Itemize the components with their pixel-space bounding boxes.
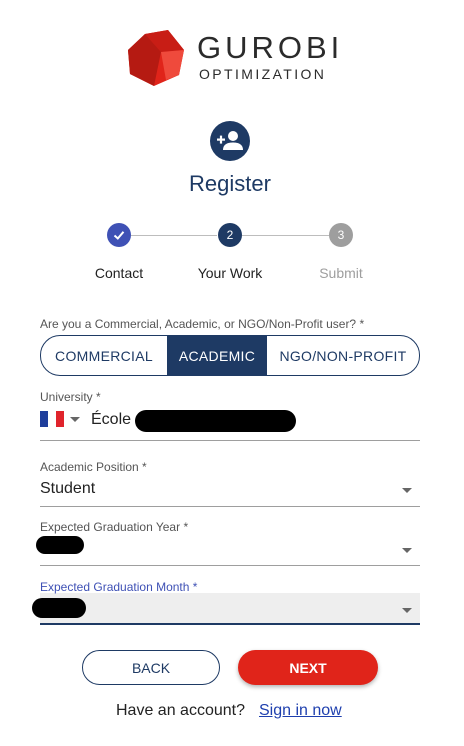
grad-month-underline (40, 623, 420, 625)
step-label-your-work: Your Work (197, 265, 263, 281)
gurobi-logo-icon (128, 30, 184, 86)
step-submit-pending: 3 (329, 223, 353, 247)
stepper-connector (242, 235, 329, 236)
france-flag-icon[interactable] (40, 411, 64, 427)
sign-in-link[interactable]: Sign in now (259, 701, 342, 721)
university-input[interactable]: École (91, 410, 131, 430)
step-number: 2 (226, 228, 234, 242)
grad-month-label: Expected Graduation Month * (40, 580, 198, 594)
academic-option[interactable]: ACADEMIC (167, 336, 266, 375)
grad-month-field-bg (40, 593, 420, 624)
grad-year-underline (40, 565, 420, 566)
user-type-question: Are you a Commercial, Academic, or NGO/N… (40, 317, 365, 331)
back-button[interactable]: BACK (82, 650, 220, 685)
chevron-down-icon[interactable] (402, 608, 412, 613)
page-title: Register (189, 171, 271, 196)
redaction-mark (135, 410, 296, 432)
stepper-connector (131, 235, 217, 236)
grad-year-label: Expected Graduation Year * (40, 520, 189, 534)
person-add-icon (210, 121, 250, 161)
position-underline (40, 506, 420, 507)
university-underline (40, 440, 420, 441)
redaction-mark (32, 598, 86, 618)
chevron-down-icon[interactable] (402, 548, 412, 553)
step-your-work-active[interactable]: 2 (218, 223, 242, 247)
chevron-down-icon[interactable] (402, 488, 412, 493)
position-select[interactable]: Student (40, 479, 95, 499)
country-dropdown-icon[interactable] (70, 417, 80, 422)
redaction-mark (36, 536, 84, 554)
step-label-submit: Submit (319, 265, 363, 281)
next-button[interactable]: NEXT (238, 650, 378, 685)
step-contact-done[interactable] (107, 223, 131, 247)
ngo-nonprofit-option[interactable]: NGO/NON-PROFIT (266, 336, 419, 375)
brand-name: GUROBI (197, 30, 344, 65)
brand-subtitle: OPTIMIZATION (199, 66, 327, 82)
position-label: Academic Position * (40, 460, 147, 474)
commercial-option[interactable]: COMMERCIAL (41, 336, 167, 375)
have-account-text: Have an account? (116, 702, 245, 719)
check-icon (113, 231, 125, 240)
step-label-contact: Contact (94, 265, 144, 281)
step-number: 3 (337, 228, 345, 242)
user-type-toggle: COMMERCIAL ACADEMIC NGO/NON-PROFIT (40, 335, 420, 376)
university-label: University * (40, 390, 101, 404)
